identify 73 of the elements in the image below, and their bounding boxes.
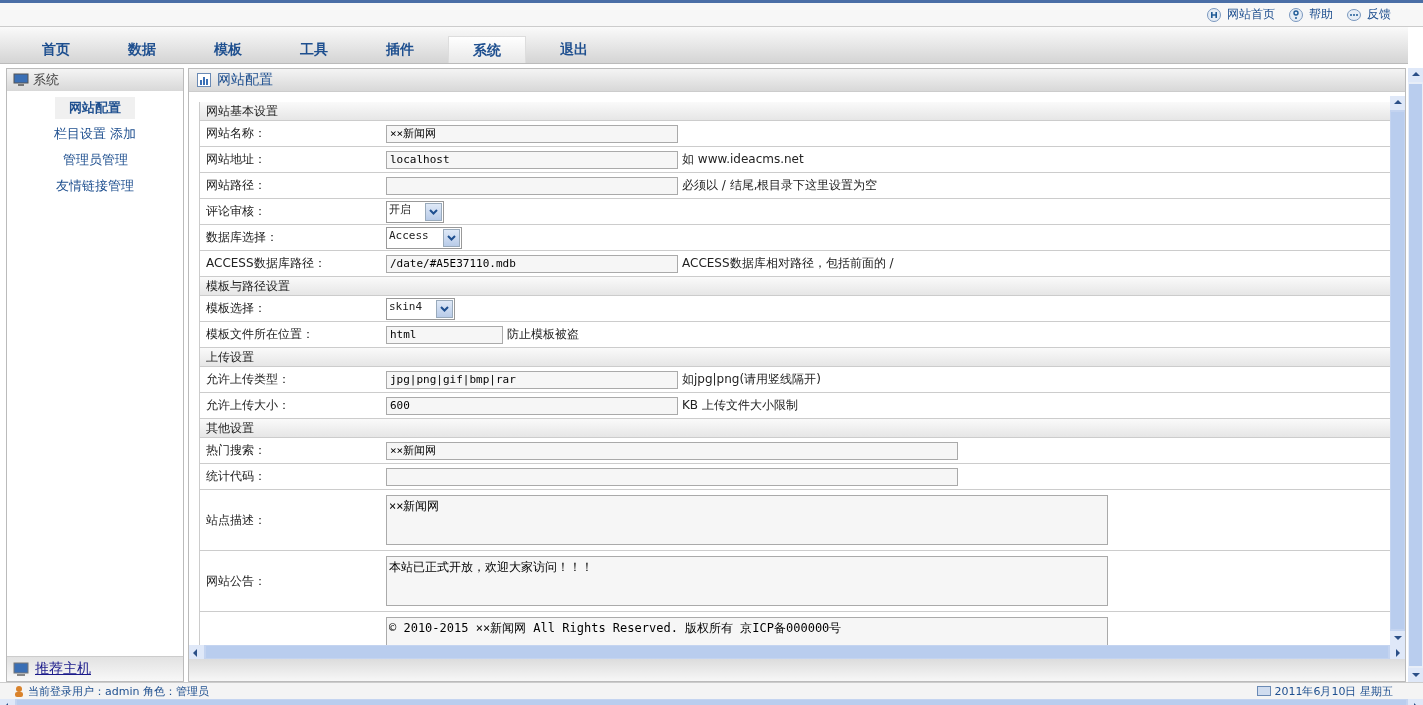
text-field[interactable]: /date/#A5E37110.mdb [386, 254, 678, 273]
field-label: 热门搜索： [206, 443, 266, 457]
nav-tab[interactable]: 系统 [448, 36, 526, 63]
scrollbar[interactable] [189, 645, 1405, 659]
monitor-icon [13, 73, 29, 87]
section-header: 模板与路径设置 [200, 277, 1390, 296]
chevron-down-icon [446, 234, 456, 241]
nav-tab[interactable]: 工具 [276, 36, 352, 62]
panel-title: 网站配置 [217, 71, 273, 89]
monitor-icon [13, 662, 29, 676]
text-field[interactable]: ××新闻网 [386, 441, 958, 460]
field-label: 网站名称： [206, 126, 266, 140]
login-info: 当前登录用户：admin 角色：管理员 [28, 683, 209, 699]
scrollbar[interactable] [1390, 96, 1405, 645]
header-link[interactable]: 网站首页 [1227, 6, 1275, 23]
dropdown[interactable]: skin4 [386, 297, 456, 320]
hint-text: ACCESS数据库相对路径，包括前面的 / [682, 255, 894, 272]
calendar-icon [1256, 686, 1271, 696]
dropdown[interactable]: 开启 [386, 200, 444, 223]
text-field[interactable]: jpg|png|gif|bmp|rar [386, 370, 678, 389]
text-area[interactable]: © 2010-2015 ××新闻网 All Rights Reserved. 版权所有 京ICP备000000号 [386, 617, 1108, 645]
field-label: 网站地址： [206, 152, 266, 166]
text-field[interactable] [386, 467, 958, 486]
help-icon [1289, 7, 1303, 22]
dropdown[interactable]: Access [386, 226, 462, 249]
field-label: 数据库选择： [206, 230, 278, 244]
hint-text: KB 上传文件大小限制 [682, 397, 798, 414]
text-field[interactable] [386, 176, 678, 195]
text-field[interactable]: 600 [386, 396, 678, 415]
chat-icon [1347, 7, 1361, 22]
header-link[interactable]: 反馈 [1367, 6, 1391, 23]
text-area[interactable]: ××新闻网 [386, 495, 1108, 545]
nav-tab[interactable]: 模板 [190, 36, 266, 62]
field-label: 允许上传大小： [206, 398, 290, 412]
field-label: 网站公告： [206, 573, 266, 588]
header-link[interactable]: 帮助 [1309, 6, 1333, 23]
hint-text: 如jpg|png(请用竖线隔开) [682, 371, 821, 388]
text-field[interactable]: localhost [386, 150, 678, 169]
field-label: 网站路径： [206, 178, 266, 192]
text-field[interactable]: ××新闻网 [386, 124, 678, 143]
sidebar-item[interactable]: 网站配置 [55, 97, 135, 119]
date-text: 2011年6月10日 星期五 [1274, 683, 1393, 699]
section-header: 网站基本设置 [200, 102, 1390, 121]
sidebar-link[interactable]: 推荐主机 [35, 660, 91, 678]
field-label: 站点描述： [206, 512, 266, 527]
sidebar-item[interactable]: 友情链接管理 [56, 177, 134, 195]
chevron-down-icon [429, 208, 438, 215]
home-icon [1207, 7, 1221, 22]
field-label: 模板选择： [206, 301, 266, 315]
hint-text: 必须以 / 结尾,根目录下这里设置为空 [682, 177, 878, 194]
text-field[interactable]: html [386, 325, 503, 344]
nav-tab[interactable]: 插件 [362, 36, 438, 62]
field-label: 评论审核： [206, 204, 266, 218]
section-header: 上传设置 [200, 348, 1390, 367]
sidebar-item[interactable]: 栏目设置 [54, 125, 106, 143]
section-header: 其他设置 [200, 419, 1390, 438]
sidebar-item[interactable]: 管理员管理 [62, 151, 128, 169]
chart-icon [197, 73, 211, 87]
text-area[interactable]: 本站已正式开放，欢迎大家访问！！！ [386, 556, 1108, 606]
hint-text: 如 www.ideacms.net [682, 151, 804, 168]
field-label: 允许上传类型： [206, 372, 290, 386]
field-label: 统计代码： [206, 469, 266, 483]
scrollbar[interactable] [1408, 68, 1423, 682]
nav-tab[interactable]: 退出 [536, 36, 612, 62]
nav-tab[interactable]: 数据 [104, 36, 180, 62]
field-label: 模板文件所在位置： [206, 327, 314, 341]
user-icon [14, 685, 24, 697]
add-link[interactable]: 添加 [110, 125, 136, 143]
field-label: ACCESS数据库路径： [206, 256, 326, 270]
sidebar-title: 系统 [33, 71, 59, 89]
chevron-down-icon [440, 305, 450, 312]
hint-text: 防止模板被盗 [507, 326, 579, 343]
nav-tab[interactable]: 首页 [18, 36, 94, 62]
